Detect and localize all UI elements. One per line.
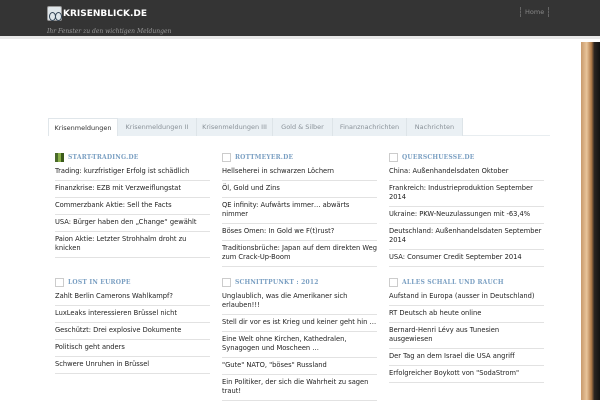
feed-title: ROTTMEYER.DE (222, 152, 377, 162)
nav-home[interactable]: Home (520, 7, 550, 17)
logo-icon (47, 6, 62, 21)
feed-title: LOST IN EUROPE (55, 277, 210, 287)
feed-section: ROTTMEYER.DE Hellseherei in schwarzen Löc… (222, 152, 377, 267)
feed-item-link[interactable]: Bernard-Henri Lévy aus Tunesien ausgewie… (389, 323, 544, 349)
feed-item-link[interactable]: QE infinity: Aufwärts immer… abwärts nim… (222, 198, 377, 224)
tab-krisenmeldungen-3[interactable]: Krisenmeldungen III (197, 118, 273, 136)
feed-favicon-icon (55, 152, 64, 162)
feed-favicon-icon (222, 277, 231, 287)
feed-title: SCHNITTPUNKT : 2012 (222, 277, 377, 287)
feed-section: QUERSCHUESSE.DE China: Außenhandelsdaten … (389, 152, 544, 267)
feed-item-link[interactable]: Der Tag an dem Israel die USA angriff (389, 349, 544, 366)
feed-item-link[interactable]: Erfolgreicher Boykott von "SodaStrom" (389, 366, 544, 383)
feed-section: START-TRADING.DE Trading: kurzfristiger E… (55, 152, 210, 258)
tab-bar: Krisenmeldungen Krisenmeldungen II Krise… (48, 118, 550, 136)
feed-item-link[interactable]: LuxLeaks interessieren Brüssel nicht (55, 306, 210, 323)
feed-source-link[interactable]: START-TRADING.DE (68, 154, 139, 161)
feed-item-link[interactable]: Frankreich: Industrieproduktion Septembe… (389, 181, 544, 207)
tab-nachrichten[interactable]: Nachrichten (407, 118, 463, 136)
tagline: Ihr Fenster zu den wichtigen Meldungen (47, 28, 172, 35)
feed-item-link[interactable]: Stell dir vor es ist Krieg und keiner ge… (222, 315, 377, 332)
feed-item-link[interactable]: Geschützt: Drei explosive Dokumente (55, 323, 210, 340)
feed-section: SCHNITTPUNKT : 2012 Unglaublich, was die … (222, 277, 377, 401)
feed-item-link[interactable]: Deutschland: Außenhandelsdaten September… (389, 224, 544, 250)
feed-source-link[interactable]: QUERSCHUESSE.DE (402, 154, 475, 161)
feed-section: LOST IN EUROPE Zahlt Berlin Camerons Wahl… (55, 277, 210, 374)
feed-item-link[interactable]: Politisch geht anders (55, 340, 210, 357)
feed-item-link[interactable]: RT Deutsch ab heute online (389, 306, 544, 323)
feed-item-link[interactable]: Aufstand in Europa (ausser in Deutschlan… (389, 289, 544, 306)
feed-item-link[interactable]: Trading: kurzfristiger Erfolg ist schädl… (55, 164, 210, 181)
feed-item-link[interactable]: Böses Omen: In Gold we F(t)rust? (222, 224, 377, 241)
feed-favicon-icon (389, 152, 398, 162)
feed-item-link[interactable]: Ein Politiker, der sich die Wahrheit zu … (222, 375, 377, 401)
feed-item-link[interactable]: China: Außenhandelsdaten Oktober (389, 164, 544, 181)
feed-title: ALLES SCHALL UND RAUCH (389, 277, 544, 287)
site-header: KRISENBLICK.DE Ihr Fenster zu den wichti… (0, 0, 600, 39)
feed-source-link[interactable]: LOST IN EUROPE (68, 279, 131, 286)
feed-favicon-icon (389, 277, 398, 287)
feed-section: ALLES SCHALL UND RAUCH Aufstand in Europa… (389, 277, 544, 383)
site-name[interactable]: KRISENBLICK.DE (63, 9, 147, 19)
feed-item-link[interactable]: Zahlt Berlin Camerons Wahlkampf? (55, 289, 210, 306)
feed-item-link[interactable]: Schwere Unruhen in Brüssel (55, 357, 210, 374)
tab-gold-silber[interactable]: Gold & Silber (273, 118, 333, 136)
feed-item-link[interactable]: Hellseherei in schwarzen Löchern (222, 164, 377, 181)
feed-item-link[interactable]: Unglaublich, was die Amerikaner sich erl… (222, 289, 377, 315)
feed-source-link[interactable]: ALLES SCHALL UND RAUCH (402, 279, 504, 286)
tab-finanznachrichten[interactable]: Finanznachrichten (333, 118, 407, 136)
feed-item-link[interactable]: "Gute" NATO, "böses" Russland (222, 358, 377, 375)
feed-item-link[interactable]: USA: Bürger haben den „Change“ gewählt (55, 215, 210, 232)
feed-item-link[interactable]: USA: Consumer Credit September 2014 (389, 250, 544, 267)
feed-favicon-icon (222, 152, 231, 162)
feed-source-link[interactable]: SCHNITTPUNKT : 2012 (235, 279, 319, 286)
feed-item-link[interactable]: Paion Aktie: Letzter Strohhalm droht zu … (55, 232, 210, 258)
feed-title: QUERSCHUESSE.DE (389, 152, 544, 162)
feed-favicon-icon (55, 277, 64, 287)
feed-item-link[interactable]: Traditionsbrüche: Japan auf dem direkten… (222, 241, 377, 267)
feed-item-link[interactable]: Finanzkrise: EZB mit Verzweiflungstat (55, 181, 210, 198)
feed-item-link[interactable]: Eine Welt ohne Kirchen, Kathedralen, Syn… (222, 332, 377, 358)
feed-item-link[interactable]: Öl, Gold und Zins (222, 181, 377, 198)
tab-krisenmeldungen[interactable]: Krisenmeldungen (48, 118, 118, 136)
site-logo[interactable]: KRISENBLICK.DE (47, 6, 147, 21)
tab-krisenmeldungen-2[interactable]: Krisenmeldungen II (118, 118, 197, 136)
feed-item-link[interactable]: Ukraine: PKW-Neuzulassungen mit -63,4% (389, 207, 544, 224)
feed-source-link[interactable]: ROTTMEYER.DE (235, 154, 293, 161)
side-photo (581, 42, 600, 400)
feed-item-link[interactable]: Commerzbank Aktie: Sell the Facts (55, 198, 210, 215)
feed-title: START-TRADING.DE (55, 152, 210, 162)
